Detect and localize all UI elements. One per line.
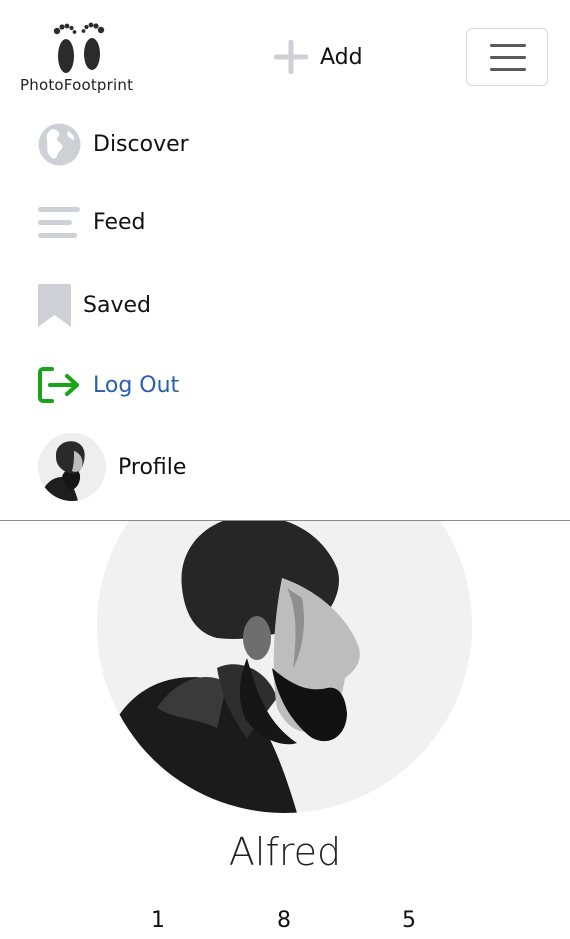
add-link[interactable]: Add [274, 38, 363, 76]
logo[interactable]: PhotoFootprint [18, 18, 136, 96]
profile-stats: 1 8 5 [0, 908, 570, 938]
logo-text: PhotoFootprint [20, 76, 134, 94]
globe-icon [38, 123, 81, 165]
nav-item-label: Log Out [93, 372, 180, 398]
footprint-logo-icon [53, 22, 105, 73]
nav-item-label: Profile [118, 454, 187, 480]
feed-lines-icon [38, 207, 80, 238]
nav-item-label: Discover [93, 131, 189, 157]
profile-name: Alfred [228, 830, 342, 874]
nav-item-feed[interactable]: Feed [38, 204, 146, 240]
nav-item-logout[interactable]: Log Out [38, 365, 179, 405]
nav-item-label: Feed [93, 209, 146, 235]
page: PhotoFootprint Add Discover Feed Saved L… [0, 0, 570, 939]
header: PhotoFootprint Add [0, 0, 570, 110]
avatar [38, 433, 106, 501]
stat-value: 8 [277, 908, 291, 933]
add-label: Add [320, 44, 363, 70]
bookmark-icon [38, 283, 71, 327]
stat-value: 5 [402, 908, 416, 933]
nav-item-label: Saved [83, 292, 151, 318]
nav-item-saved[interactable]: Saved [38, 283, 151, 327]
logout-arrow-icon [38, 367, 79, 403]
nav-item-discover[interactable]: Discover [38, 122, 189, 166]
nav-item-profile[interactable]: Profile [38, 433, 186, 501]
menu-divider [0, 520, 570, 521]
plus-icon [274, 40, 308, 74]
hamburger-menu-button[interactable] [466, 28, 548, 86]
stat-value: 1 [151, 908, 165, 933]
